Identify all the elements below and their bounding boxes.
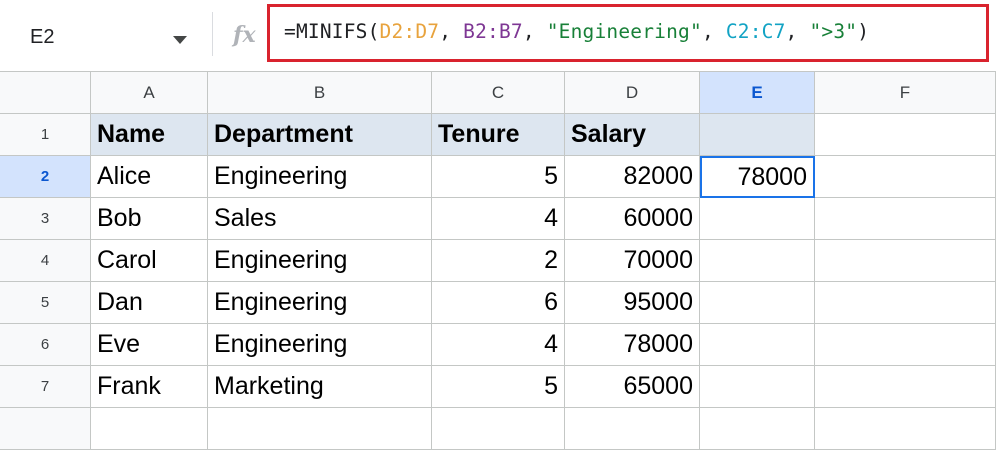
formula-input[interactable]: =MINIFS(D2:D7, B2:B7, "Engineering", C2:… — [267, 4, 989, 62]
cell-partial-d[interactable] — [565, 408, 700, 450]
row-header-7[interactable]: 7 — [0, 366, 91, 408]
cell-e2[interactable]: 78000 — [700, 156, 815, 198]
cell-a5[interactable]: Dan — [91, 282, 208, 324]
formula-token: ) — [857, 20, 870, 43]
name-box[interactable]: E2 — [0, 10, 212, 66]
cell-b3[interactable]: Sales — [208, 198, 432, 240]
cell-c1[interactable]: Tenure — [432, 114, 565, 156]
cell-e1[interactable] — [700, 114, 815, 156]
formula-bar-divider — [212, 12, 213, 56]
name-box-value: E2 — [30, 26, 55, 48]
formula-token: "Engineering" — [546, 20, 702, 43]
cell-a1[interactable]: Name — [91, 114, 208, 156]
cell-f5[interactable] — [815, 282, 996, 324]
cell-b5[interactable]: Engineering — [208, 282, 432, 324]
cell-b6[interactable]: Engineering — [208, 324, 432, 366]
cell-a3[interactable]: Bob — [91, 198, 208, 240]
formula-token: , — [439, 20, 464, 43]
cell-c2[interactable]: 5 — [432, 156, 565, 198]
row-header-3[interactable]: 3 — [0, 198, 91, 240]
formula-token: =MINIFS( — [284, 20, 380, 43]
row-header-partial[interactable] — [0, 408, 91, 450]
cell-partial-f[interactable] — [815, 408, 996, 450]
cell-partial-a[interactable] — [91, 408, 208, 450]
cell-d1[interactable]: Salary — [565, 114, 700, 156]
formula-token: , — [785, 20, 810, 43]
formula-token: ">3" — [809, 20, 858, 43]
cell-f7[interactable] — [815, 366, 996, 408]
formula-token: D2:D7 — [379, 20, 440, 43]
formula-token: B2:B7 — [463, 20, 523, 43]
formula-token: , — [522, 20, 547, 43]
formula-token: C2:C7 — [725, 20, 786, 43]
cell-partial-c[interactable] — [432, 408, 565, 450]
column-header-e[interactable]: E — [700, 72, 815, 114]
cell-f3[interactable] — [815, 198, 996, 240]
cell-partial-e[interactable] — [700, 408, 815, 450]
cell-b7[interactable]: Marketing — [208, 366, 432, 408]
cell-e3[interactable] — [700, 198, 815, 240]
row-header-4[interactable]: 4 — [0, 240, 91, 282]
cell-c6[interactable]: 4 — [432, 324, 565, 366]
cell-f4[interactable] — [815, 240, 996, 282]
cell-d3[interactable]: 60000 — [565, 198, 700, 240]
formula-bar: E2 fx =MINIFS(D2:D7, B2:B7, "Engineering… — [0, 0, 996, 72]
cell-d7[interactable]: 65000 — [565, 366, 700, 408]
column-header-d[interactable]: D — [565, 72, 700, 114]
cell-e6[interactable] — [700, 324, 815, 366]
cell-c7[interactable]: 5 — [432, 366, 565, 408]
cell-a6[interactable]: Eve — [91, 324, 208, 366]
cell-c5[interactable]: 6 — [432, 282, 565, 324]
cell-a7[interactable]: Frank — [91, 366, 208, 408]
column-header-c[interactable]: C — [432, 72, 565, 114]
cell-a4[interactable]: Carol — [91, 240, 208, 282]
cell-f1[interactable] — [815, 114, 996, 156]
cell-d2[interactable]: 82000 — [565, 156, 700, 198]
column-header-f[interactable]: F — [815, 72, 996, 114]
column-header-b[interactable]: B — [208, 72, 432, 114]
formula-token: , — [701, 20, 726, 43]
cell-a2[interactable]: Alice — [91, 156, 208, 198]
cell-b2[interactable]: Engineering — [208, 156, 432, 198]
formula-text: =MINIFS(D2:D7, B2:B7, "Engineering", C2:… — [284, 20, 869, 43]
cell-d6[interactable]: 78000 — [565, 324, 700, 366]
cell-f2[interactable] — [815, 156, 996, 198]
cell-partial-b[interactable] — [208, 408, 432, 450]
row-header-2[interactable]: 2 — [0, 156, 91, 198]
row-header-6[interactable]: 6 — [0, 324, 91, 366]
cell-e4[interactable] — [700, 240, 815, 282]
column-header-a[interactable]: A — [91, 72, 208, 114]
cell-c4[interactable]: 2 — [432, 240, 565, 282]
cell-c3[interactable]: 4 — [432, 198, 565, 240]
cell-e5[interactable] — [700, 282, 815, 324]
cell-b4[interactable]: Engineering — [208, 240, 432, 282]
cell-e7[interactable] — [700, 366, 815, 408]
cell-d5[interactable]: 95000 — [565, 282, 700, 324]
select-all-corner[interactable] — [0, 72, 91, 114]
cell-f6[interactable] — [815, 324, 996, 366]
row-header-5[interactable]: 5 — [0, 282, 91, 324]
row-header-1[interactable]: 1 — [0, 114, 91, 156]
cell-b1[interactable]: Department — [208, 114, 432, 156]
fx-icon: fx — [233, 22, 256, 48]
cell-d4[interactable]: 70000 — [565, 240, 700, 282]
chevron-down-icon[interactable] — [173, 36, 187, 44]
spreadsheet-grid: A B C D E F 1 Name Department Tenure Salary 2 Alice E… — [0, 72, 996, 450]
